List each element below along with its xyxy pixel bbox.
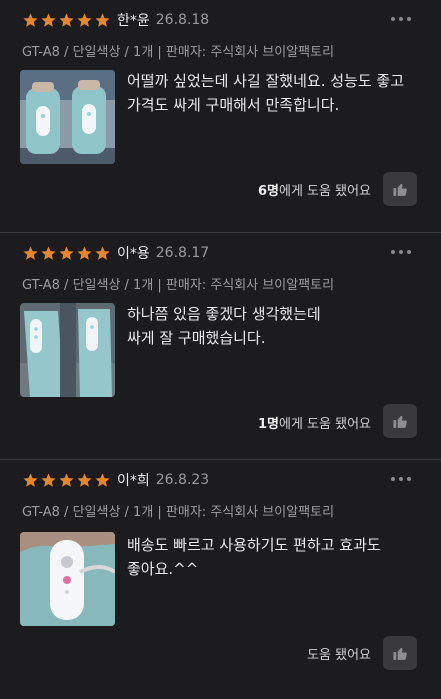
helpful-count: 1명 xyxy=(257,417,279,432)
review-date: 26.8.18 xyxy=(155,12,210,28)
helpful-label: 에게 도움 됐어요 xyxy=(279,184,371,199)
review-item: 이*희 26.8.23 GT-A8 / 단일색상 / 1개 | 판매자: 주식회… xyxy=(0,460,441,699)
star-icon xyxy=(95,12,110,27)
review-text: 어떨까 싶었는데 사길 잘했네요. 성능도 좋고 가격도 싸게 구매해서 만족합… xyxy=(127,72,405,114)
review-author: 이*희 xyxy=(117,473,150,489)
more-horizontal-icon[interactable] xyxy=(391,245,411,259)
review-item: 이*용 26.8.17 GT-A8 / 단일색상 / 1개 | 판매자: 주식회… xyxy=(0,233,441,460)
star-icon xyxy=(77,245,92,260)
star-icon xyxy=(77,12,92,27)
review-date: 26.8.17 xyxy=(155,245,210,261)
review-author: 이*용 xyxy=(117,246,150,262)
thumbs-up-icon xyxy=(392,183,407,196)
star-icon xyxy=(41,12,56,27)
more-horizontal-icon[interactable] xyxy=(391,12,411,26)
more-horizontal-icon[interactable] xyxy=(391,472,411,486)
star-icon xyxy=(23,245,38,260)
review-header: 한*윤 26.8.18 xyxy=(22,10,209,30)
helpful-label: 도움 됐어요 xyxy=(307,648,371,663)
helpful-button[interactable] xyxy=(383,172,417,206)
helpful-count: 6명 xyxy=(257,184,279,199)
purchase-option: GT-A8 / 단일색상 / 1개 | 판매자: 주식회사 브이알팩토리 xyxy=(22,45,335,60)
star-icon xyxy=(59,245,74,260)
star-rating xyxy=(22,245,111,262)
review-photo[interactable] xyxy=(20,532,115,626)
review-header: 이*희 26.8.23 xyxy=(22,470,209,490)
star-icon xyxy=(59,12,74,27)
review-header: 이*용 26.8.17 xyxy=(22,243,209,263)
purchase-option: GT-A8 / 단일색상 / 1개 | 판매자: 주식회사 브이알팩토리 xyxy=(22,505,335,520)
star-icon xyxy=(95,472,110,487)
helpful-count-text: 1명에게 도움 됐어요 xyxy=(258,413,371,432)
review-date: 26.8.23 xyxy=(155,472,210,488)
review-text: 하나쯤 있음 좋겠다 생각했는데 싸게 잘 구매했습니다. xyxy=(127,305,321,347)
star-icon xyxy=(23,12,38,27)
star-rating xyxy=(22,12,111,29)
star-rating xyxy=(22,472,111,489)
star-icon xyxy=(41,245,56,260)
star-icon xyxy=(59,472,74,487)
helpful-count-text: 6명에게 도움 됐어요 xyxy=(258,180,371,199)
star-icon xyxy=(41,472,56,487)
purchase-option: GT-A8 / 단일색상 / 1개 | 판매자: 주식회사 브이알팩토리 xyxy=(22,278,335,293)
thumbs-up-icon xyxy=(392,415,407,428)
review-text: 배송도 빠르고 사용하기도 편하고 효과도 좋아요.^^ xyxy=(127,536,381,578)
helpful-label: 에게 도움 됐어요 xyxy=(279,417,371,432)
thumbs-up-icon xyxy=(392,647,407,660)
star-icon xyxy=(95,245,110,260)
star-icon xyxy=(77,472,92,487)
review-author: 한*윤 xyxy=(117,13,150,29)
helpful-button[interactable] xyxy=(383,636,417,670)
review-photo[interactable] xyxy=(20,303,115,397)
review-photo[interactable] xyxy=(20,70,115,164)
review-item: 한*윤 26.8.18 GT-A8 / 단일색상 / 1개 | 판매자: 주식회… xyxy=(0,0,441,233)
helpful-count-text: 도움 됐어요 xyxy=(307,644,371,663)
star-icon xyxy=(23,472,38,487)
helpful-button[interactable] xyxy=(383,404,417,438)
